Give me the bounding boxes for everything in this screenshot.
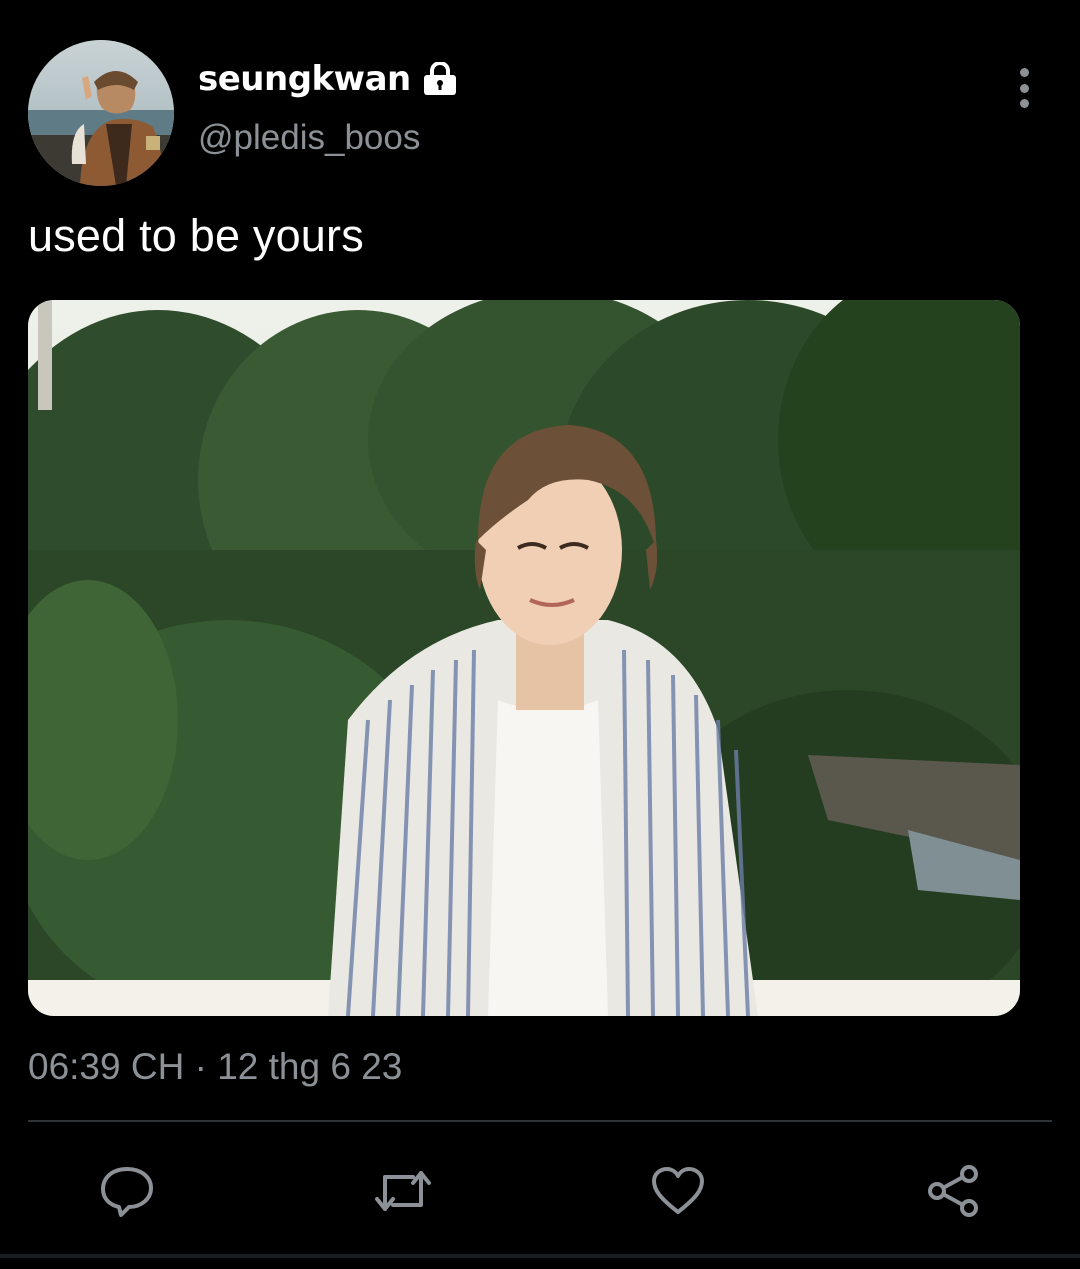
share-button[interactable]	[920, 1158, 986, 1224]
lock-icon	[421, 61, 459, 96]
tweet-timestamp[interactable]: 06:39 CH · 12 thg 6 23	[28, 1046, 402, 1088]
avatar-image	[28, 40, 174, 186]
heart-icon	[652, 1167, 704, 1214]
share-icon	[928, 1165, 978, 1217]
reply-button[interactable]	[94, 1158, 160, 1224]
retweet-button[interactable]	[370, 1158, 436, 1224]
speech-bubble-icon	[101, 1167, 153, 1217]
retweet-icon	[375, 1171, 431, 1211]
dot-icon	[1019, 99, 1029, 108]
bottom-separator	[0, 1254, 1080, 1258]
action-bar	[0, 1158, 1080, 1224]
author-names: seungkwan @pledis_boos	[198, 58, 459, 158]
more-options-button[interactable]	[1014, 68, 1034, 108]
dot-icon	[1019, 68, 1029, 77]
dot-icon	[1019, 83, 1029, 93]
avatar[interactable]	[28, 40, 174, 186]
display-name[interactable]: seungkwan	[198, 59, 411, 99]
display-name-row: seungkwan	[198, 58, 459, 100]
tweet-header: seungkwan @pledis_boos	[28, 40, 1052, 190]
tweet-photo[interactable]	[28, 300, 1020, 1016]
divider	[28, 1120, 1052, 1122]
photo-image	[28, 300, 1020, 1016]
like-button[interactable]	[645, 1158, 711, 1224]
tweet-detail: seungkwan @pledis_boos used to be yours	[0, 0, 1080, 1269]
author-handle[interactable]: @pledis_boos	[198, 118, 459, 158]
tweet-text: used to be yours	[28, 210, 364, 261]
